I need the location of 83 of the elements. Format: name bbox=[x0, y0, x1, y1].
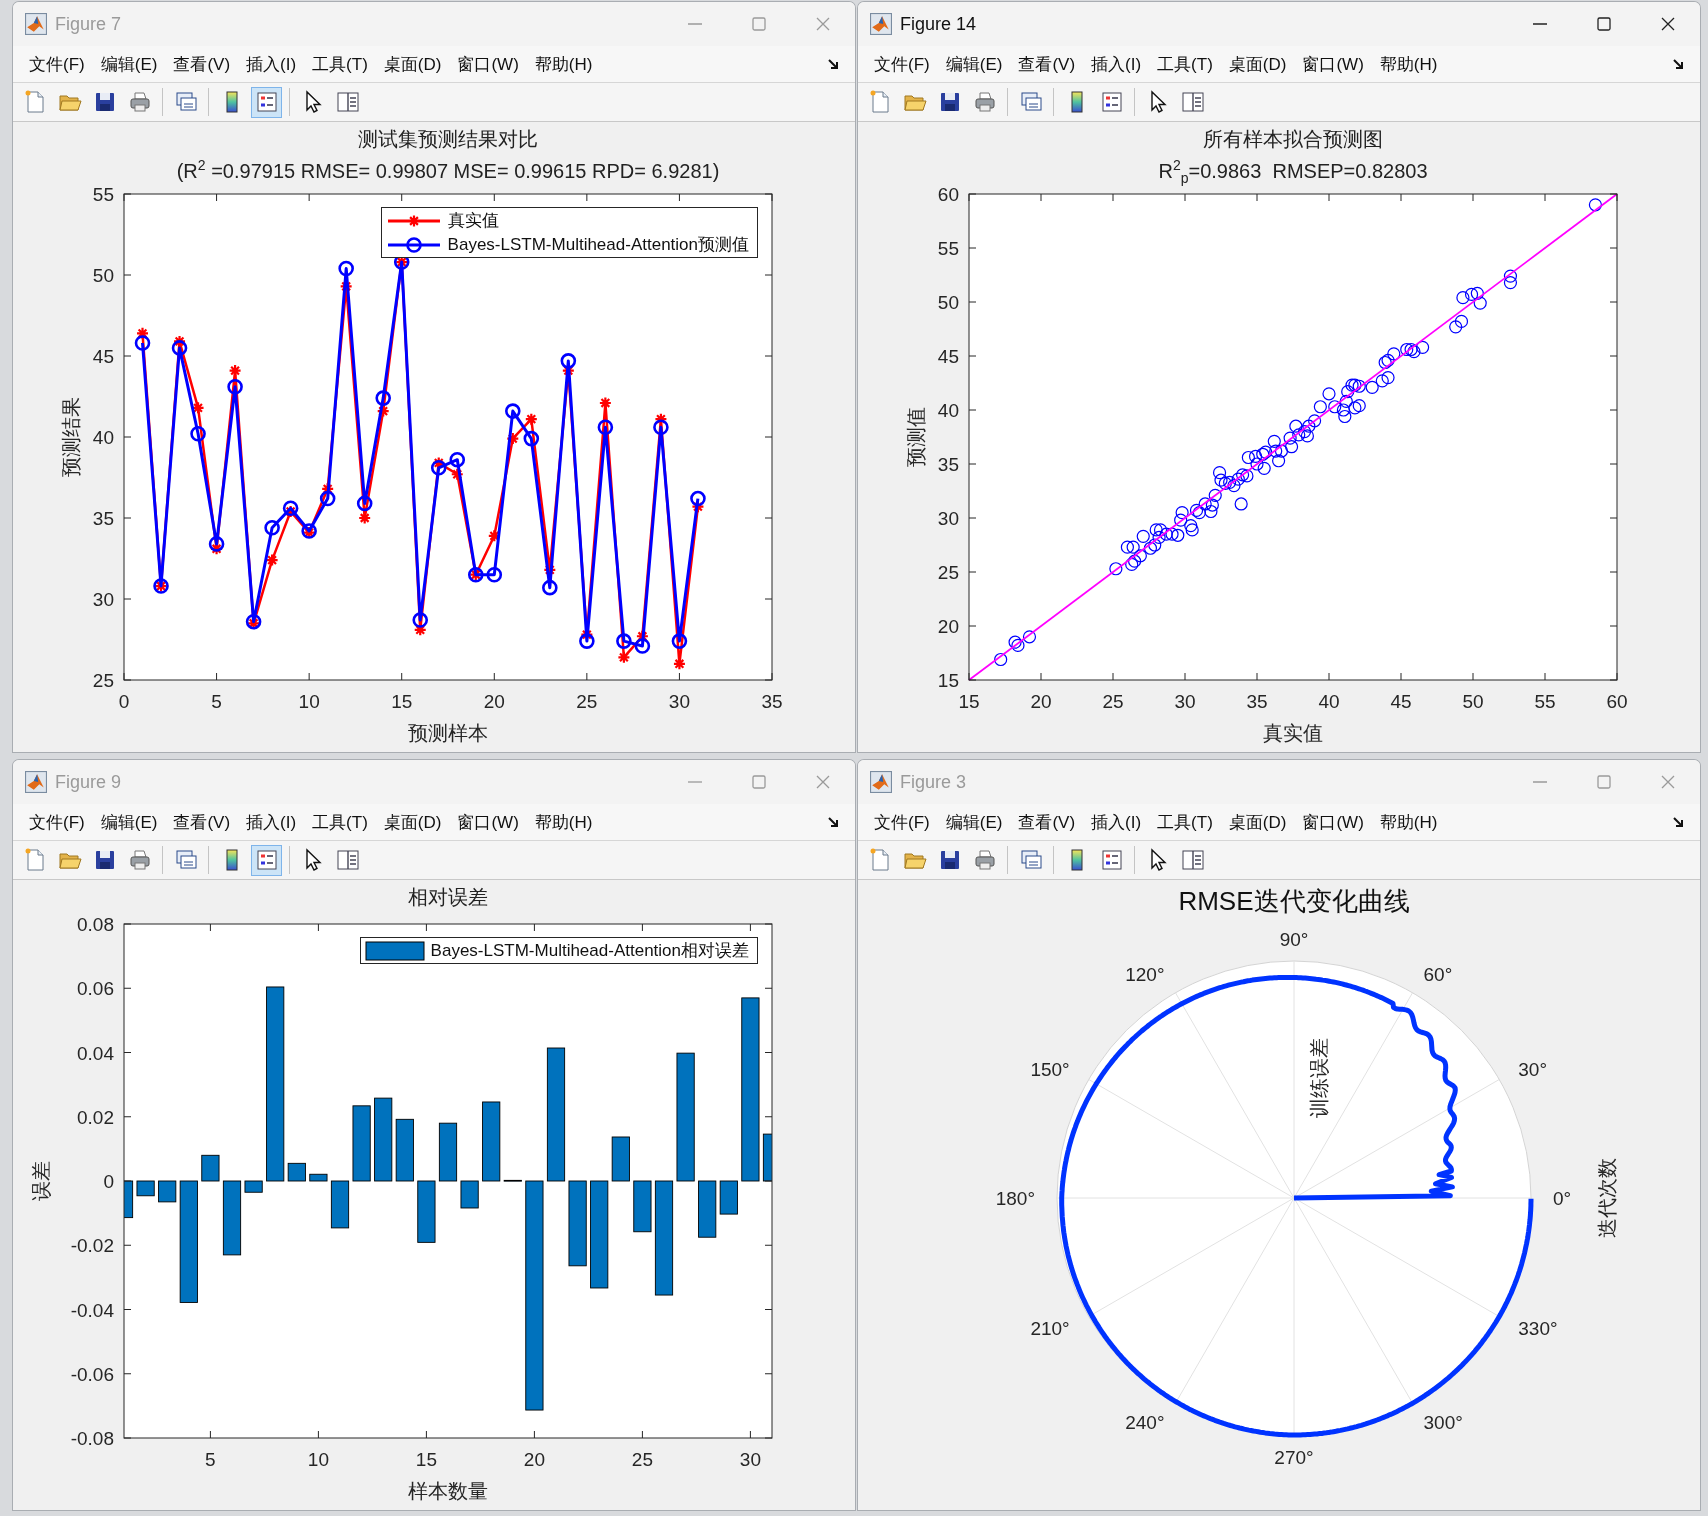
tick-label: 25 bbox=[92, 670, 114, 691]
legend-label: Bayes-LSTM-Multihead-Attention预测值 bbox=[447, 234, 749, 256]
tick-label: 50 bbox=[937, 292, 959, 313]
tick-label: 25 bbox=[937, 562, 959, 583]
angle-label: 0° bbox=[1553, 1188, 1572, 1209]
angle-label: 300° bbox=[1423, 1412, 1463, 1434]
angle-label: 180° bbox=[995, 1188, 1035, 1209]
window-title: Figure 14 bbox=[900, 13, 977, 35]
tick-label: 35 bbox=[937, 454, 959, 475]
axis-label: 训练误差 bbox=[1308, 1038, 1330, 1118]
tick-label: 55 bbox=[92, 188, 114, 205]
legend-label: 真实值 bbox=[447, 210, 499, 232]
tick-label: 40 bbox=[1318, 691, 1340, 712]
tick-label: 30 bbox=[668, 691, 690, 712]
tick-label: 20 bbox=[1030, 691, 1052, 712]
window-title: Figure 7 bbox=[55, 13, 122, 35]
axis-label: 预测结果 bbox=[60, 397, 82, 477]
angle-label: 120° bbox=[1125, 963, 1165, 985]
tick-label: 25 bbox=[631, 1449, 653, 1470]
tick-label: 15 bbox=[958, 691, 980, 712]
angle-label: 330° bbox=[1518, 1317, 1558, 1339]
window-title: Figure 3 bbox=[900, 771, 967, 793]
tick-label: 30 bbox=[1174, 691, 1196, 712]
chart-title: 相对误差 bbox=[407, 885, 489, 910]
tick-label: 50 bbox=[92, 265, 114, 286]
tick-label: 25 bbox=[576, 691, 598, 712]
tick-label: 45 bbox=[1390, 691, 1412, 712]
tick-label: 30 bbox=[937, 508, 959, 529]
tick-label: 30 bbox=[739, 1449, 761, 1470]
window-title: Figure 9 bbox=[55, 771, 122, 793]
tick-label: 40 bbox=[92, 427, 114, 448]
chart-title: 测试集预测结果对比 bbox=[357, 127, 539, 152]
tick-label: -0.06 bbox=[70, 1363, 114, 1385]
tick-label: 30 bbox=[92, 589, 114, 610]
tick-label: 0 bbox=[103, 1171, 114, 1192]
tick-label: 0.02 bbox=[77, 1106, 114, 1128]
tick-label: -0.02 bbox=[70, 1235, 114, 1257]
angle-label: 30° bbox=[1518, 1058, 1548, 1080]
tick-label: 10 bbox=[298, 691, 320, 712]
axis-label: 误差 bbox=[30, 1161, 52, 1201]
axis-label: 真实值 bbox=[1263, 722, 1323, 744]
chart-subtitle: (R$^{2}$ =0.97915 RMSE= 0.99807 MSE= 0.99615 RPD= 6.9281) bbox=[175, 156, 721, 184]
chart-title: RMSE迭代变化曲线 bbox=[1177, 885, 1411, 918]
tick-label: 35 bbox=[761, 691, 783, 712]
tick-label: 45 bbox=[92, 346, 114, 367]
tick-label: 35 bbox=[1246, 691, 1268, 712]
tick-label: 10 bbox=[307, 1449, 329, 1470]
tick-label: 55 bbox=[1534, 691, 1556, 712]
tick-label: -0.08 bbox=[70, 1428, 114, 1449]
tick-label: 35 bbox=[92, 508, 114, 529]
tick-label: 60 bbox=[937, 188, 959, 205]
angle-label: 210° bbox=[1030, 1317, 1070, 1339]
chart-title: 所有样本拟合预测图 bbox=[1202, 127, 1384, 152]
tick-label: 20 bbox=[483, 691, 505, 712]
tick-label: 5 bbox=[211, 691, 222, 712]
tick-label: 0.04 bbox=[77, 1042, 114, 1064]
tick-label: 0 bbox=[118, 691, 130, 712]
axis-label: 预测样本 bbox=[408, 722, 488, 744]
legend-label: Bayes-LSTM-Multihead-Attention相对误差 bbox=[430, 940, 749, 962]
angle-label: 150° bbox=[1030, 1058, 1070, 1080]
angle-label: 60° bbox=[1423, 963, 1453, 985]
axis-label: 样本数量 bbox=[408, 1480, 488, 1502]
tick-label: 45 bbox=[937, 346, 959, 367]
chart-subtitle: R$^{2}$$_{p}$=0.9863 RMSEP=0.82803 bbox=[1157, 156, 1429, 188]
angle-label: 270° bbox=[1274, 1447, 1314, 1468]
tick-label: 15 bbox=[415, 1449, 437, 1470]
axis-label: 预测值 bbox=[905, 407, 927, 467]
tick-label: 5 bbox=[205, 1449, 216, 1470]
tick-label: 15 bbox=[937, 670, 959, 691]
tick-label: 15 bbox=[391, 691, 413, 712]
tick-label: 40 bbox=[937, 400, 959, 421]
tick-label: 20 bbox=[937, 616, 959, 637]
tick-label: 0.08 bbox=[77, 918, 114, 935]
tick-label: 50 bbox=[1462, 691, 1484, 712]
angle-label: 90° bbox=[1279, 929, 1309, 950]
tick-label: -0.04 bbox=[70, 1299, 114, 1321]
angle-label: 240° bbox=[1125, 1412, 1165, 1434]
axis-label: 迭代次数 bbox=[1596, 1158, 1618, 1238]
tick-label: 60 bbox=[1606, 691, 1628, 712]
tick-label: 55 bbox=[937, 238, 959, 259]
tick-label: 20 bbox=[523, 1449, 545, 1470]
tick-label: 25 bbox=[1102, 691, 1124, 712]
tick-label: 0.06 bbox=[77, 978, 114, 1000]
